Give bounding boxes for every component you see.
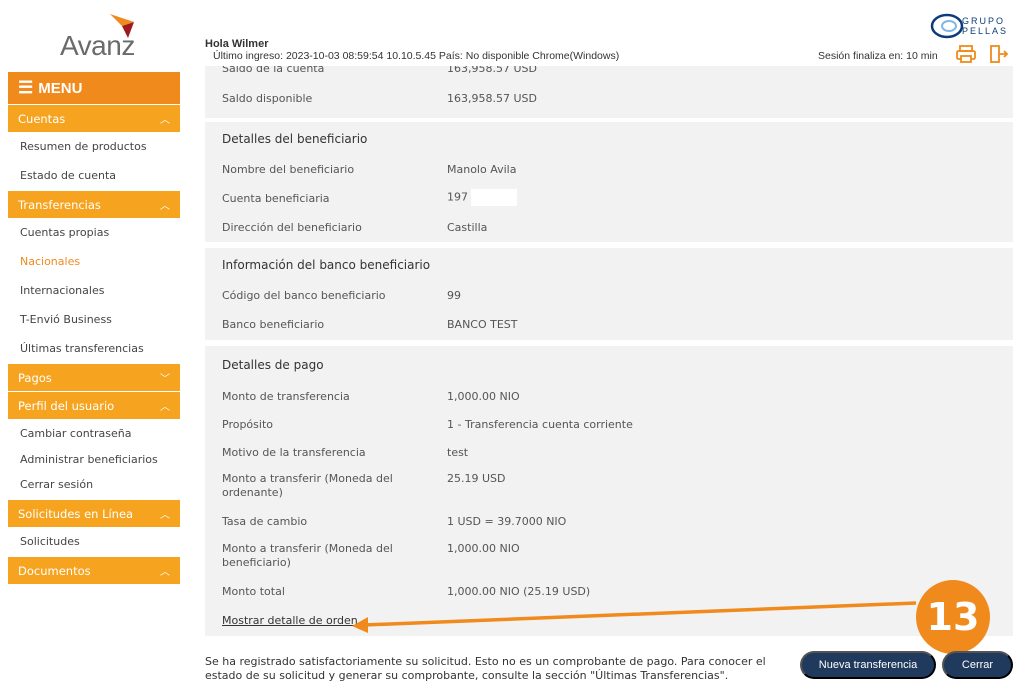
section-transferencias[interactable]: Transferencias ︿ [8,190,180,218]
section-label: Perfil del usuario [18,398,115,413]
sidebar-item-cuentas-propias[interactable]: Cuentas propias [8,218,180,247]
row-label: Propósito [222,418,273,431]
row-label: Monto a transferir (Moneda del ordenante… [222,472,393,499]
row-label: Nombre del beneficiario [222,163,355,176]
close-button[interactable]: Cerrar [942,651,1013,679]
row-value: BANCO TEST [447,318,518,331]
bank-panel: Información del banco beneficiario Códig… [205,248,1013,340]
row-value: test [447,446,469,459]
row-label: Banco beneficiario [222,318,325,331]
sidebar-item-cambiar-contrasena[interactable]: Cambiar contraseña [8,419,180,448]
chevron-up-icon: ︿ [160,115,170,126]
row-value: 1,000.00 NIO [447,542,520,555]
show-order-detail-link[interactable]: Mostrar detalle de orden [222,614,358,627]
row-value: 1 USD = 39.7000 NIO [447,515,567,528]
row-value: Castilla [447,221,488,234]
annotation-arrow [352,601,917,633]
row-label: Saldo disponible [222,92,313,105]
row-value: 1,000.00 NIO (25.19 USD) [447,585,591,598]
account-number: 197 [447,190,468,204]
sidebar-item-t-envio-business[interactable]: T-Envió Business [8,305,180,334]
pellas-swirl-icon [930,13,964,39]
new-transfer-button[interactable]: Nueva transferencia [800,651,936,679]
sidebar-item-administrar-beneficiarios[interactable]: Administrar beneficiarios [8,448,180,470]
sidebar-menu: ☰ MENU Cuentas ︿ Resumen de productos Es… [8,72,180,584]
row-label: Monto total [222,585,285,598]
chevron-down-icon: ﹀ [160,374,170,385]
section-label: Documentos [18,563,91,578]
avanz-logo: Avanz [58,12,158,62]
row-label: Saldo de la cuenta [222,66,325,75]
section-documentos[interactable]: Documentos ︿ [8,556,180,584]
section-label: Pagos [18,370,52,385]
success-message: Se ha registrado satisfactoriamente su s… [205,655,766,682]
panel-title: Información del banco beneficiario [222,258,431,272]
section-perfil-usuario[interactable]: Perfil del usuario ︿ [8,391,180,419]
logo-swoosh-icon [110,14,134,38]
logout-icon[interactable] [988,44,1010,64]
row-label: Monto a transferir (Moneda del beneficia… [222,542,393,569]
row-value: 25.19 USD [447,472,506,485]
hamburger-icon[interactable]: ☰ [18,78,33,98]
chevron-up-icon: ︿ [160,567,170,578]
menu-header[interactable]: ☰ MENU [8,72,180,104]
brand-line-1: GRUPO [962,16,1006,26]
beneficiary-panel: Detalles del beneficiario Nombre del ben… [205,122,1013,242]
sidebar-item-cerrar-sesion[interactable]: Cerrar sesión [8,470,180,499]
print-icon[interactable] [955,44,977,64]
row-label: Motivo de la transferencia [222,446,366,459]
last-login-info: Último ingreso: 2023-10-03 08:59:54 10.1… [213,50,620,62]
row-label: Cuenta beneficiaria [222,192,330,205]
brand-line-2: PELLAS [962,26,1009,36]
sidebar-item-nacionales[interactable]: Nacionales [8,247,180,276]
sidebar-item-estado-cuenta[interactable]: Estado de cuenta [8,161,180,190]
row-value: 1 - Transferencia cuenta corriente [447,418,633,431]
section-label: Solicitudes en Línea [18,506,134,521]
section-label: Transferencias [18,197,101,212]
row-value: 1,000.00 NIO [447,390,520,403]
account-panel: Saldo de la cuenta 163,958.57 USD Saldo … [205,66,1013,118]
menu-label: MENU [38,79,83,97]
section-solicitudes-en-linea[interactable]: Solicitudes en Línea ︿ [8,499,180,527]
panel-title: Detalles del beneficiario [222,132,368,146]
row-label: Monto de transferencia [222,390,350,403]
row-value: Manolo Avila [447,163,517,176]
sidebar-item-internacionales[interactable]: Internacionales [8,276,180,305]
row-value: 163,958.57 USD [447,92,537,105]
sidebar-item-solicitudes[interactable]: Solicitudes [8,527,180,556]
row-value: 99 [447,289,461,302]
grupo-pellas-logo: GRUPO PELLAS [930,12,1013,48]
row-label: Dirección del beneficiario [222,221,362,234]
chevron-up-icon: ︿ [160,201,170,212]
chevron-up-icon: ︿ [160,510,170,521]
row-value: 163,958.57 USD [447,66,537,75]
row-value: 197 [447,189,517,206]
chevron-up-icon: ︿ [160,402,170,413]
row-label: Código del banco beneficiario [222,289,386,302]
row-label: Tasa de cambio [222,515,308,528]
payment-details-panel: Detalles de pago Monto de transferencia … [205,346,1013,636]
sidebar-item-resumen[interactable]: Resumen de productos [8,132,180,161]
masked-account-digits [471,189,517,206]
step-badge: 13 [916,580,990,654]
greeting: Hola Wilmer [205,38,269,50]
session-timer: Sesión finaliza en: 10 min [818,50,938,62]
section-cuentas[interactable]: Cuentas ︿ [8,104,180,132]
panel-title: Detalles de pago [222,358,324,372]
section-label: Cuentas [18,111,66,126]
section-pagos[interactable]: Pagos ﹀ [8,363,180,391]
sidebar-item-ultimas-transferencias[interactable]: Últimas transferencias [8,334,180,363]
